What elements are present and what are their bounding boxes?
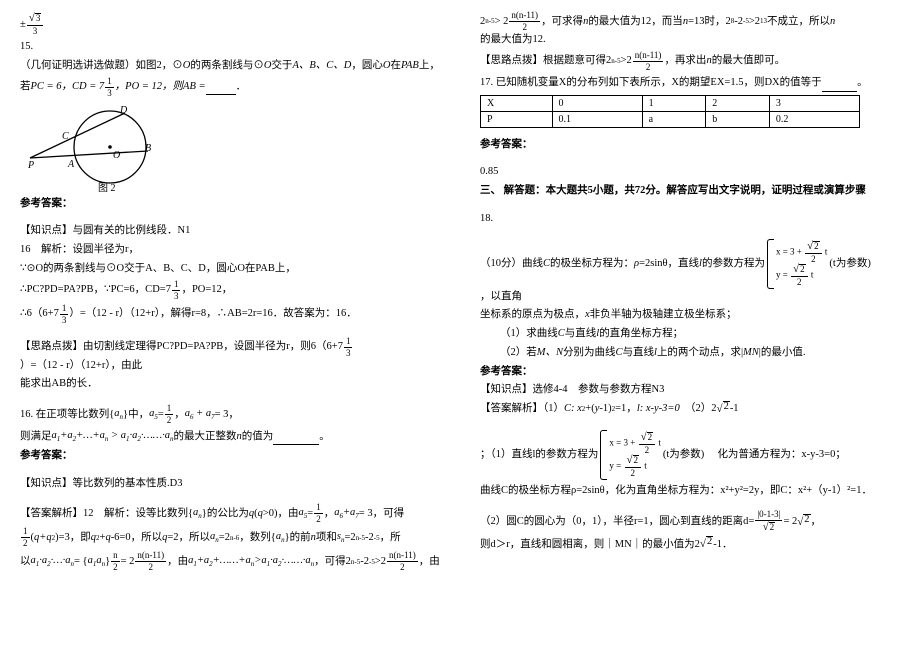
svg-text:C: C [62,131,69,142]
svg-text:图 2: 图 2 [98,182,116,192]
kp-geo-seq: 【知识点】等比数列的基本性质.D3 [20,476,440,492]
ap-line1: 【答案解析】12 解析：设等比数列{an}的公比为 q(q>0)，由 a5 = … [20,503,440,524]
cell-p0: 0.1 [552,111,642,127]
answer-label-2: 参考答案： [20,448,440,464]
sol-2-min: 则d＞r，直线和圆相离，则｜MN｜的最小值为22-1． [480,536,900,553]
svg-text:O: O [113,150,120,161]
ap-line3: 以 a1·a2·…·an = {a1an}n2 = 2n(n-11)2，由 a1… [20,551,440,572]
sol-1-param: ；（1）直线l的参数方程为 x = 3 + 22 t y = 22 t (t为参… [480,430,900,480]
cell-P: P [481,111,553,127]
think1: 【思路点拨】由切割线定理得PC?PD=PA?PB，设圆半径为r，则6（6+713… [20,337,440,374]
ans-085: 0.85 [480,164,900,180]
cell-X: X [481,95,553,111]
cell-2: 2 [706,95,770,111]
q18-line-b: 坐标系的原点为极点，x非负半轴为极轴建立极坐标系； [480,307,900,323]
q16-l2: 则满足 a1+a2+…+an > a1·a2·……·an 的最大正整数 n 的值… [20,428,440,445]
q18-line-a: （10分）曲线 C 的极坐标方程为： ρ=2sinθ ，直线 l 的参数方程为 … [480,239,900,305]
q15-given: 若PC = 6， CD = 713 ，PO = 12，则AB = ． [20,77,440,98]
answer-label-1: 参考答案： [20,196,440,212]
answer-label-3: 参考答案： [480,137,900,153]
right-column: 2n-5 > 2n(n-11)2，可求得n的最大值为12，而当n=13时，28-… [460,0,920,651]
q17: 17. 已知随机变量X的分布列如下表所示，X的期望EX=1.5，则DX的值等于 … [480,75,900,92]
think1c: 能求出AB的长． [20,376,440,392]
sol16-b: ∵⊙O的两条割线与⊙O交于A、B、C、D，圆心O在PAB上， [20,261,440,277]
section-3: 三、 解答题：本大题共5小题，共72分。解答应写出文字说明，证明过程或演算步骤 [480,183,900,199]
svg-text:B: B [145,143,151,154]
left-column: ±33 15. （几何证明选讲选做题）如图2，⊙O的两条割线与⊙O交于A、B、C… [0,0,460,651]
cell-pb: b [706,111,770,127]
q15-number: 15. [20,39,440,55]
think2: 【思路点拨】根据题意可得2n-5>2n(n-11)2，再求出n的最大值即可。 [480,51,900,72]
cell-0: 0 [552,95,642,111]
answer-label-4: 参考答案： [480,364,900,380]
sol16-d: ∴6（6+713）=（12 - r）（12+r），解得r=8，∴AB=2r=16… [20,304,440,325]
cell-p3: 0.2 [769,111,859,127]
q15-statement: （几何证明选讲选做题）如图2，⊙O的两条割线与⊙O交于A、B、C、D，圆心O在P… [20,58,440,74]
figure-circle-secants: P A B C D O 图 2 [20,102,170,192]
distribution-table: X 0 1 2 3 P 0.1 a b 0.2 [480,95,860,128]
cell-pa: a [642,111,706,127]
cell-1: 1 [642,95,706,111]
sol-2-dist: （2）圆C的圆心为（0，1），半径r=1，圆心到直线的距离d= |0-1-3|2… [480,510,900,533]
svg-text:P: P [27,160,34,171]
ap-line2: 12(q+q2)=3，即 q2+q-6=0，所以 q=2，所以 an=2n-6，… [20,527,440,548]
cont-line1: 2n-5 > 2n(n-11)2，可求得n的最大值为12，而当n=13时，28-… [480,11,900,48]
kp3: 【知识点】选修4-4 参数与参数方程N3 [480,382,900,398]
q18-num: 18. [480,211,900,227]
ap3: 【答案解析】（1） C: x2+(y-1)2=1，l: x-y-3=0 （2） … [480,401,900,418]
q18-sub1: （1）求曲线 C 与直线 l 的直角坐标方程； [480,326,900,342]
sol-c-rect: 曲线C的极坐标方程ρ=2sinθ，化为直角坐标方程为：x²+y²=2y，即C：x… [480,483,900,499]
kp-circle: 【知识点】与圆有关的比例线段．N1 [20,223,440,239]
pm-sqrt3-over-3: ±33 [20,13,440,36]
svg-text:D: D [119,105,128,116]
sol16-c: ∴PC?PD=PA?PB，∵PC=6，CD=713，PO=12， [20,280,440,301]
q16: 16. 在正项等比数列{an}中， a5 = 12，a6 + a7 = 3， [20,404,440,425]
sol16-a: 16 解析：设圆半径为r， [20,242,440,258]
svg-text:A: A [67,159,75,170]
q18-sub2: （2）若 M、N 分别为曲线 C 与直线 l 上的两个动点，求 |MN| 的最小… [480,345,900,361]
cell-3: 3 [769,95,859,111]
